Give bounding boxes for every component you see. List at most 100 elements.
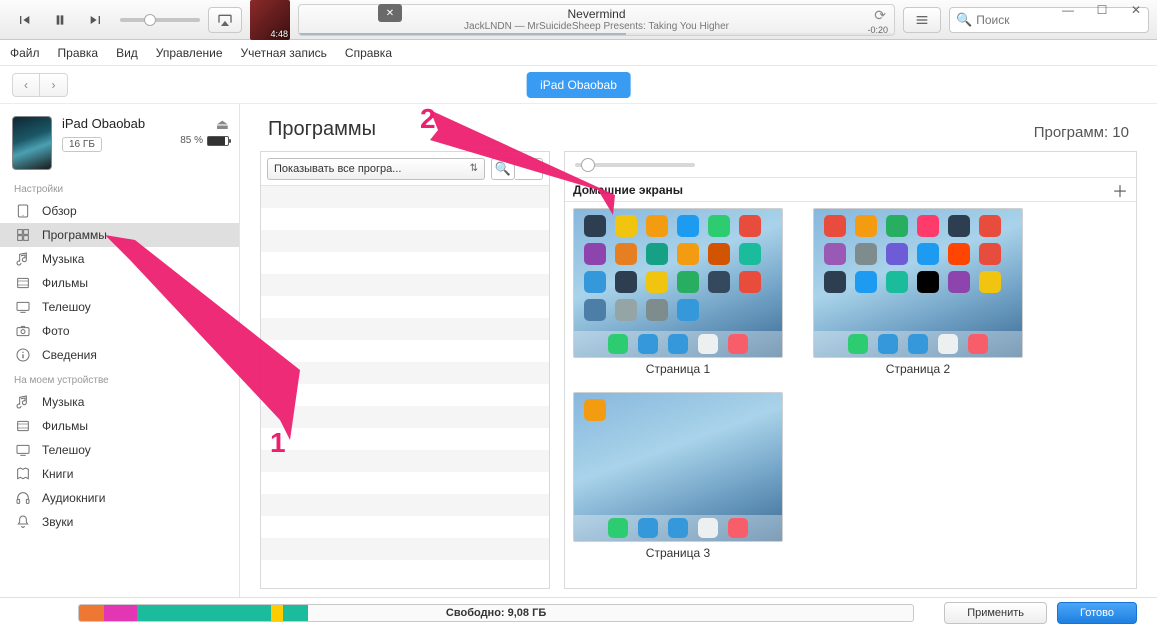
sidebar-item-bell[interactable]: Звуки: [0, 510, 239, 534]
forward-button[interactable]: ›: [40, 73, 68, 97]
app-row[interactable]: [261, 428, 549, 450]
dock-app-icon[interactable]: [668, 334, 688, 354]
app-row[interactable]: [261, 472, 549, 494]
add-page-button[interactable]: ＋: [1112, 178, 1128, 202]
sidebar-item-music[interactable]: Музыка: [0, 247, 239, 271]
app-icon[interactable]: [646, 299, 668, 321]
album-art[interactable]: 4:48: [250, 0, 290, 40]
app-icon[interactable]: [855, 243, 877, 265]
sidebar-item-ipad[interactable]: Обзор: [0, 199, 239, 223]
dock-app-icon[interactable]: [728, 334, 748, 354]
dock-app-icon[interactable]: [638, 518, 658, 538]
app-icon[interactable]: [824, 243, 846, 265]
menu-view[interactable]: Вид: [116, 46, 138, 60]
home-screen-canvas[interactable]: [813, 208, 1023, 358]
app-icon[interactable]: [646, 271, 668, 293]
sidebar-item-music[interactable]: Музыка: [0, 390, 239, 414]
dock-app-icon[interactable]: [848, 334, 868, 354]
app-row[interactable]: [261, 296, 549, 318]
dock-app-icon[interactable]: [878, 334, 898, 354]
pause-button[interactable]: [44, 8, 76, 32]
app-icon[interactable]: [886, 271, 908, 293]
app-icon[interactable]: [708, 243, 730, 265]
app-icon[interactable]: [615, 215, 637, 237]
app-row[interactable]: [261, 274, 549, 296]
app-icon[interactable]: [615, 299, 637, 321]
app-row[interactable]: [261, 384, 549, 406]
app-icon[interactable]: [886, 215, 908, 237]
app-row[interactable]: [261, 230, 549, 252]
app-icon[interactable]: [979, 215, 1001, 237]
app-icon[interactable]: [739, 243, 761, 265]
close-button[interactable]: ✕: [1119, 0, 1153, 20]
app-icon[interactable]: [917, 271, 939, 293]
app-icon[interactable]: [677, 299, 699, 321]
minimize-button[interactable]: —: [1051, 0, 1085, 20]
app-icon[interactable]: [584, 215, 606, 237]
apps-search-input[interactable]: [515, 158, 543, 180]
app-icon[interactable]: [824, 215, 846, 237]
app-icon[interactable]: [948, 215, 970, 237]
done-button[interactable]: Готово: [1057, 602, 1137, 624]
app-row[interactable]: [261, 252, 549, 274]
app-row[interactable]: [261, 340, 549, 362]
device-pill[interactable]: iPad Obaobab: [526, 72, 631, 98]
dock-app-icon[interactable]: [908, 334, 928, 354]
app-icon[interactable]: [646, 243, 668, 265]
sidebar-item-camera[interactable]: Фото: [0, 319, 239, 343]
prev-button[interactable]: [8, 8, 40, 32]
app-icon[interactable]: [708, 271, 730, 293]
app-icon[interactable]: [739, 215, 761, 237]
sidebar-item-tv[interactable]: Телешоу: [0, 438, 239, 462]
app-icon[interactable]: [855, 215, 877, 237]
app-row[interactable]: [261, 494, 549, 516]
app-icon[interactable]: [708, 215, 730, 237]
app-icon[interactable]: [917, 243, 939, 265]
progress-bar[interactable]: [299, 33, 894, 35]
zoom-slider[interactable]: [575, 163, 695, 167]
app-icon[interactable]: [584, 271, 606, 293]
eject-icon[interactable]: ⏏: [216, 116, 229, 133]
next-button[interactable]: [80, 8, 112, 32]
home-screen-canvas[interactable]: [573, 208, 783, 358]
app-row[interactable]: [261, 318, 549, 340]
app-icon[interactable]: [646, 215, 668, 237]
apply-button[interactable]: Применить: [944, 602, 1047, 624]
repeat-icon[interactable]: ⟳: [874, 7, 886, 24]
back-button[interactable]: ‹: [12, 73, 40, 97]
app-icon[interactable]: [677, 271, 699, 293]
app-row[interactable]: [261, 450, 549, 472]
app-icon[interactable]: [886, 243, 908, 265]
device-thumbnail[interactable]: [12, 116, 52, 170]
menu-edit[interactable]: Правка: [58, 46, 99, 60]
app-icon[interactable]: [615, 271, 637, 293]
menu-file[interactable]: Файл: [10, 46, 40, 60]
app-icon[interactable]: [677, 215, 699, 237]
app-icon[interactable]: [615, 243, 637, 265]
dock-app-icon[interactable]: [698, 518, 718, 538]
dock-app-icon[interactable]: [968, 334, 988, 354]
app-icon[interactable]: [584, 299, 606, 321]
app-row[interactable]: [261, 538, 549, 560]
dock-app-icon[interactable]: [938, 334, 958, 354]
dock-app-icon[interactable]: [728, 518, 748, 538]
app-row[interactable]: [261, 406, 549, 428]
apps-search-icon[interactable]: 🔍: [491, 158, 515, 180]
app-icon[interactable]: [677, 243, 699, 265]
airplay-button[interactable]: [208, 7, 242, 33]
app-row[interactable]: [261, 186, 549, 208]
sidebar-item-books[interactable]: Книги: [0, 462, 239, 486]
volume-slider[interactable]: [120, 18, 200, 22]
apps-filter-dropdown[interactable]: Показывать все програ... ⇅: [267, 158, 485, 180]
sidebar-item-film[interactable]: Фильмы: [0, 414, 239, 438]
sidebar-item-film[interactable]: Фильмы: [0, 271, 239, 295]
menu-help[interactable]: Справка: [345, 46, 392, 60]
app-icon[interactable]: [824, 271, 846, 293]
app-icon[interactable]: [948, 243, 970, 265]
sidebar-item-info[interactable]: Сведения: [0, 343, 239, 367]
app-row[interactable]: [261, 362, 549, 384]
app-icon[interactable]: [584, 399, 606, 421]
dock-app-icon[interactable]: [608, 334, 628, 354]
menu-account[interactable]: Учетная запись: [241, 46, 327, 60]
app-icon[interactable]: [917, 215, 939, 237]
